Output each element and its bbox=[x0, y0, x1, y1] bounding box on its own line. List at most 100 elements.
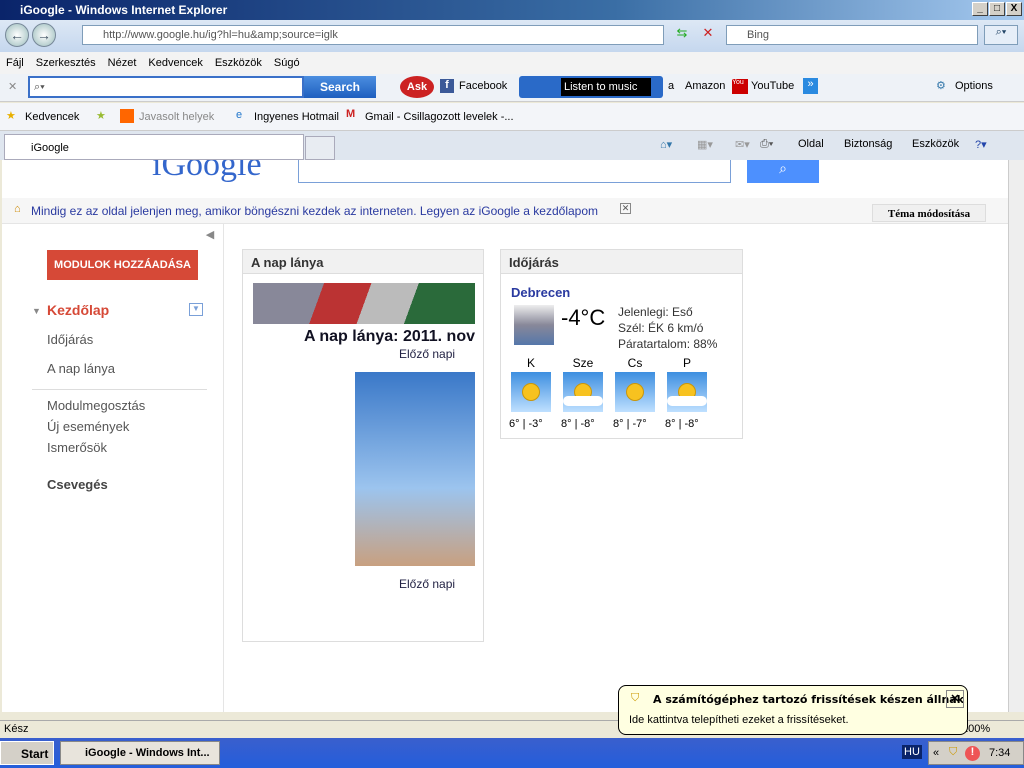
alert-icon[interactable]: ! bbox=[965, 746, 980, 761]
sunny-icon bbox=[511, 372, 551, 412]
title-bar: iGoogle - Windows Internet Explorer bbox=[0, 0, 1024, 20]
add-favorite-icon[interactable]: ★ bbox=[96, 109, 106, 122]
minimize-button[interactable]: _ bbox=[972, 2, 988, 16]
nav-home[interactable]: Kezdőlap bbox=[47, 302, 109, 318]
girl-gadget: A nap lánya A nap lánya: 2011. nov Előző… bbox=[242, 249, 484, 642]
balloon-body: Ide kattintva telepítheti ezeket a friss… bbox=[629, 714, 849, 726]
home-icon[interactable]: ⌂▾ bbox=[660, 138, 672, 151]
update-shield-icon[interactable]: ⛉ bbox=[949, 746, 957, 759]
page-content: iGoogle ⌕ ⌂ Mindig ez az oldal jelenjen … bbox=[2, 160, 1008, 712]
nav-divider bbox=[32, 389, 207, 390]
rain-icon bbox=[514, 305, 554, 345]
dropdown-icon[interactable]: ▼ bbox=[189, 303, 203, 316]
rss-icon[interactable]: ▦▾ bbox=[697, 138, 713, 151]
close-toolbar-icon[interactable]: ✕ bbox=[8, 80, 17, 93]
partly-cloudy-icon bbox=[563, 372, 603, 412]
language-indicator[interactable]: HU bbox=[902, 745, 922, 759]
youtube-icon: You bbox=[732, 79, 748, 94]
youtube-button[interactable]: YouTube bbox=[751, 80, 794, 92]
forecast-day: Sze bbox=[572, 356, 594, 370]
new-tab-button[interactable] bbox=[305, 136, 335, 160]
taskbar: Start iGoogle - Windows Int... HU « ⛉ ! … bbox=[0, 738, 1024, 768]
humidity: Páratartalom: 88% bbox=[618, 337, 718, 351]
nav-girl[interactable]: A nap lánya bbox=[47, 361, 115, 376]
google-search-button[interactable]: ⌕ bbox=[747, 160, 819, 183]
menu-favorites[interactable]: Kedvencek bbox=[142, 52, 208, 69]
listen-to-music[interactable]: Listen to music bbox=[561, 78, 651, 96]
amazon-button[interactable]: Amazon bbox=[685, 80, 725, 92]
tab-igoogle[interactable]: iGoogle bbox=[4, 134, 304, 160]
gadget-title: A nap lánya bbox=[243, 250, 483, 274]
menu-help[interactable]: Súgó bbox=[268, 52, 306, 69]
add-modules-button[interactable]: MODULOK HOZZÁADÁSA bbox=[47, 250, 198, 280]
dismiss-icon[interactable]: ✕ bbox=[620, 203, 631, 214]
favorites-bar: ★ Kedvencek ★ Javasolt helyek e Ingyenes H… bbox=[0, 103, 1024, 131]
start-button[interactable]: Start bbox=[0, 741, 54, 765]
stop-icon[interactable]: ✕ bbox=[698, 25, 718, 45]
tools-menu[interactable]: Eszközök bbox=[912, 138, 959, 150]
menu-file[interactable]: Fájl bbox=[0, 52, 30, 69]
gmail-icon: M bbox=[346, 108, 356, 120]
current-temp: -4°C bbox=[561, 305, 606, 330]
address-bar-area: ← → http://www.google.hu/ig?hl=hu&amp;so… bbox=[0, 20, 1024, 52]
nav-weather[interactable]: Időjárás bbox=[47, 332, 93, 347]
theme-button[interactable]: Téma módosítása bbox=[872, 204, 986, 222]
update-balloon[interactable]: ⛉ A számítógéphez tartozó frissítések ké… bbox=[618, 685, 968, 735]
suggested-sites[interactable]: Javasolt helyek bbox=[139, 111, 214, 123]
forecast-temps: 8° | -8° bbox=[665, 418, 699, 430]
maximize-button[interactable]: □ bbox=[989, 2, 1005, 16]
forecast-day: P bbox=[682, 356, 691, 370]
search-box[interactable]: Bing bbox=[726, 25, 978, 45]
balloon-close-button[interactable]: ✕ bbox=[946, 690, 964, 708]
page-menu[interactable]: Oldal bbox=[798, 138, 824, 150]
ask-icon[interactable]: Ask bbox=[400, 76, 434, 98]
menu-tools[interactable]: Eszközök bbox=[209, 52, 268, 69]
vertical-scrollbar[interactable] bbox=[1008, 160, 1024, 712]
prev-link[interactable]: Előző napi bbox=[399, 347, 455, 361]
menu-bar: Fájl Szerkesztés Nézet Kedvencek Eszközök Súg… bbox=[0, 52, 1024, 74]
status-text: Kész bbox=[4, 723, 29, 735]
print-icon[interactable]: ⎙▾ bbox=[760, 138, 773, 151]
help-icon[interactable]: ?▾ bbox=[975, 138, 987, 151]
facebook-button[interactable]: Facebook bbox=[459, 80, 507, 92]
nav-chat[interactable]: Csevegés bbox=[47, 477, 108, 492]
igoogle-logo: iGoogle bbox=[152, 160, 262, 183]
taskbar-ie-window[interactable]: iGoogle - Windows Int... bbox=[60, 741, 220, 765]
weather-city[interactable]: Debrecen bbox=[511, 285, 570, 300]
forecast-temps: 8° | -8° bbox=[561, 418, 595, 430]
favorites-button[interactable]: Kedvencek bbox=[25, 111, 79, 123]
nav-friends[interactable]: Ismerősök bbox=[47, 440, 107, 455]
address-input[interactable]: http://www.google.hu/ig?hl=hu&amp;source… bbox=[82, 25, 664, 45]
forecast-temps: 8° | -7° bbox=[613, 418, 647, 430]
music-player[interactable]: Listen to music bbox=[519, 76, 663, 98]
show-hidden-icons[interactable]: « bbox=[933, 747, 939, 759]
flag-banner-image bbox=[253, 283, 475, 324]
google-search-input[interactable] bbox=[298, 160, 731, 183]
collapse-sidebar-icon[interactable]: ◀ bbox=[198, 224, 222, 246]
safety-menu[interactable]: Biztonság bbox=[844, 138, 892, 150]
star-icon: ★ bbox=[6, 110, 16, 122]
refresh-icon[interactable]: ⇆ bbox=[672, 25, 692, 45]
photo-image[interactable] bbox=[355, 372, 475, 566]
mail-icon[interactable]: ✉▾ bbox=[735, 138, 750, 151]
girl-headline[interactable]: A nap lánya: 2011. nov bbox=[253, 328, 475, 346]
homepage-notice[interactable]: Mindig ez az oldal jelenjen meg, amikor … bbox=[31, 204, 598, 218]
menu-edit[interactable]: Szerkesztés bbox=[30, 52, 102, 69]
toolbar-search-button[interactable]: Search bbox=[304, 76, 376, 98]
hotmail-link[interactable]: Ingyenes Hotmail bbox=[254, 111, 339, 123]
nav-events[interactable]: Új események bbox=[47, 419, 129, 434]
forward-button[interactable]: → bbox=[32, 23, 56, 47]
gmail-link[interactable]: Gmail - Csillagozott levelek -... bbox=[365, 111, 514, 123]
search-icon[interactable]: ⌕▾ bbox=[984, 25, 1018, 45]
forecast-day: K bbox=[526, 356, 535, 370]
back-button[interactable]: ← bbox=[5, 23, 29, 47]
menu-view[interactable]: Nézet bbox=[102, 52, 143, 69]
options-button[interactable]: Options bbox=[955, 80, 993, 92]
weather-gadget: Időjárás Debrecen -4°C Jelenlegi: Eső Sz… bbox=[500, 249, 743, 439]
nav-sharing[interactable]: Modulmegosztás bbox=[47, 398, 145, 413]
close-button[interactable]: X bbox=[1006, 2, 1022, 16]
prev-link-bottom[interactable]: Előző napi bbox=[399, 577, 455, 591]
gadget-title: Időjárás bbox=[501, 250, 742, 274]
more-chevron-icon[interactable]: » bbox=[803, 78, 818, 94]
toolbar-search-input[interactable]: ⌕▾ bbox=[28, 76, 304, 98]
